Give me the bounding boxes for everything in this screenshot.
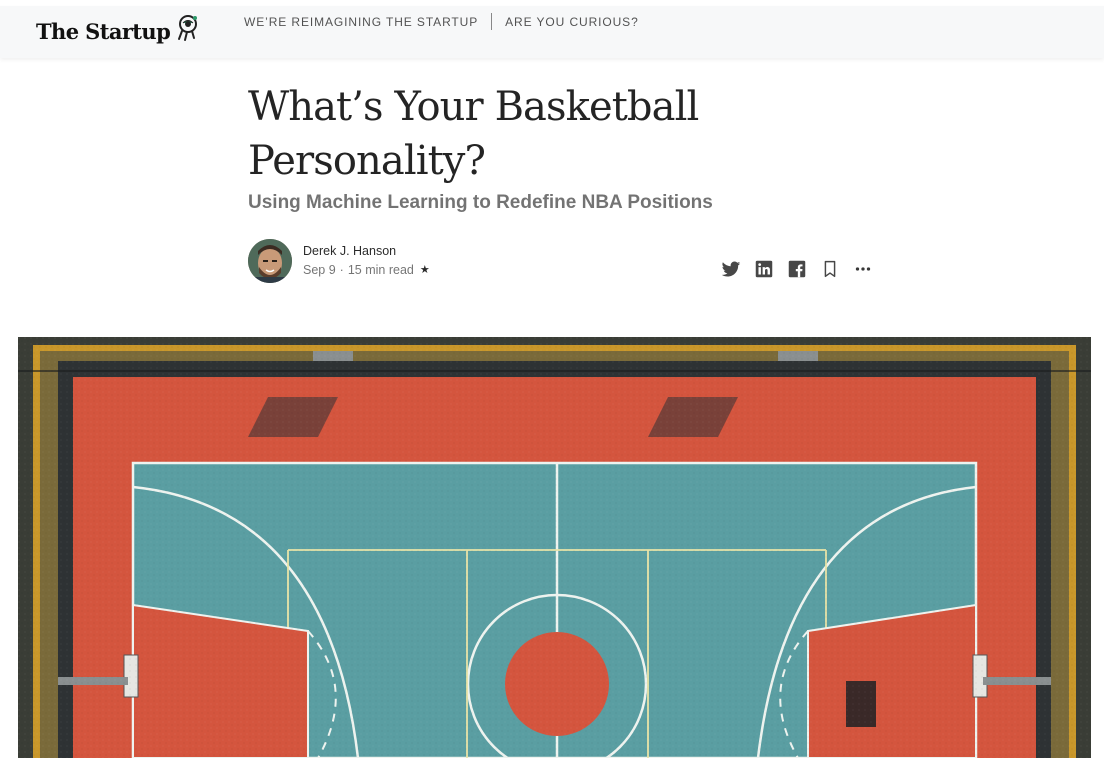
share-actions — [720, 258, 885, 280]
publication-logo[interactable]: The Startup — [36, 14, 201, 47]
publication-nav: WE’RE REIMAGINING THE STARTUP ARE YOU CU… — [244, 13, 639, 30]
share-twitter-button[interactable] — [720, 258, 742, 280]
bookmark-icon — [819, 258, 841, 280]
meta-separator: · — [339, 263, 344, 277]
nav-link-reimagining[interactable]: WE’RE REIMAGINING THE STARTUP — [244, 15, 478, 29]
astronaut-logo-icon — [175, 14, 201, 47]
publication-name: The Startup — [36, 19, 171, 44]
hero-image-basketball-court — [18, 337, 1091, 758]
facebook-icon — [786, 258, 808, 280]
article-subtitle: Using Machine Learning to Redefine NBA P… — [248, 192, 713, 213]
post-date[interactable]: Sep 9 — [303, 260, 336, 280]
read-time: 15 min read — [347, 263, 414, 277]
linkedin-icon — [753, 258, 775, 280]
twitter-icon — [720, 258, 742, 280]
nav-link-curious[interactable]: ARE YOU CURIOUS? — [505, 15, 639, 29]
byline-meta: Derek J. Hanson Sep 9 · 15 min read ★ — [303, 242, 430, 280]
member-star-icon: ★ — [419, 264, 430, 276]
more-icon — [852, 258, 874, 280]
publication-header: The Startup WE’RE REIMAGINING THE STARTU… — [0, 6, 1104, 58]
author-avatar[interactable] — [248, 239, 292, 283]
more-options-button[interactable] — [852, 258, 874, 280]
byline: Derek J. Hanson Sep 9 · 15 min read ★ — [248, 239, 430, 283]
share-linkedin-button[interactable] — [753, 258, 775, 280]
nav-divider — [491, 13, 493, 30]
share-facebook-button[interactable] — [786, 258, 808, 280]
article-title: What’s Your Basketball Personality? — [248, 84, 699, 184]
post-meta: Sep 9 · 15 min read ★ — [303, 260, 430, 280]
author-name[interactable]: Derek J. Hanson — [303, 242, 430, 260]
bookmark-button[interactable] — [819, 258, 841, 280]
